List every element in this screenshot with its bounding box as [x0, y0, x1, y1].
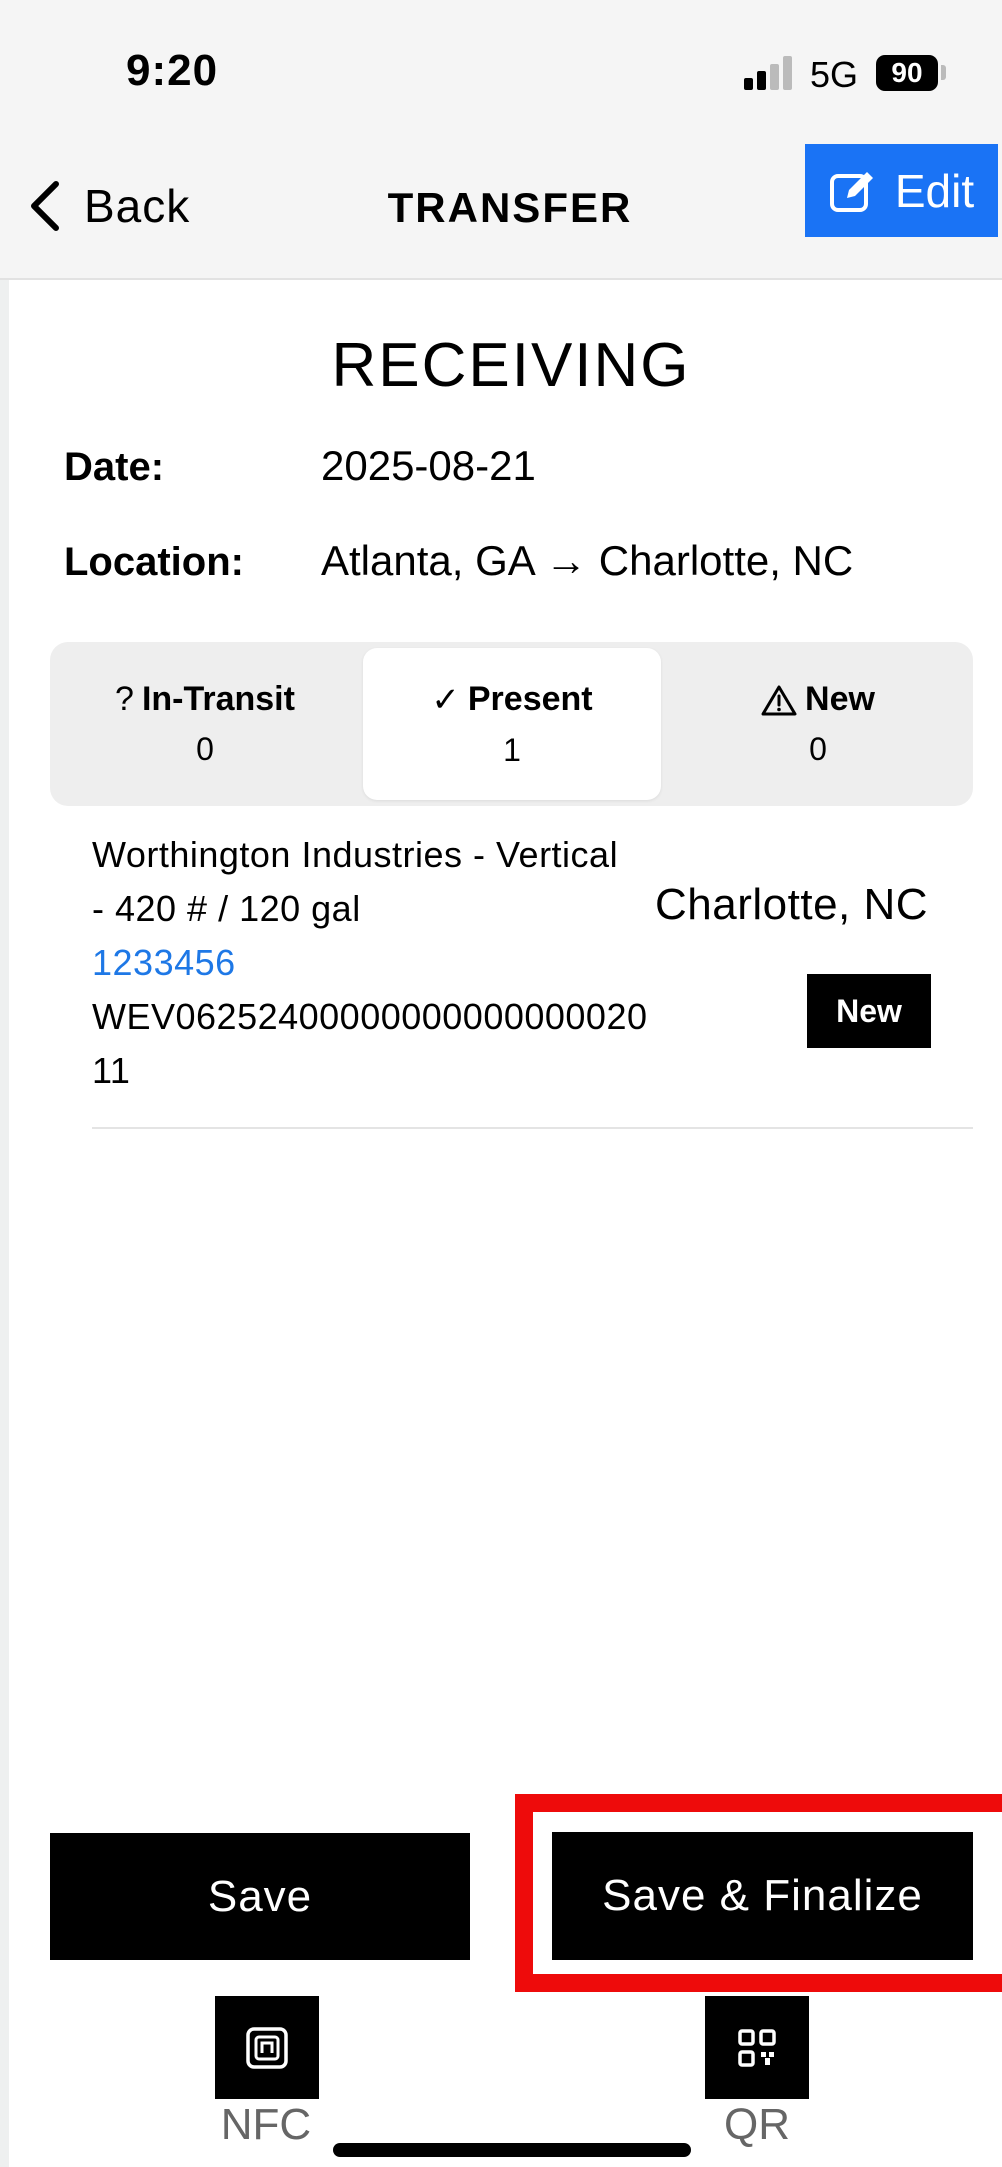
status-time: 9:20 — [126, 46, 219, 95]
tab-in-transit[interactable]: ? In-Transit 0 — [56, 648, 354, 800]
question-icon: ? — [115, 680, 134, 718]
location-value: Atlanta, GA → Charlotte, NC — [321, 537, 854, 584]
check-icon: ✓ — [431, 680, 460, 719]
save-finalize-button[interactable]: Save & Finalize — [552, 1832, 973, 1960]
edit-icon — [829, 171, 873, 212]
edit-label: Edit — [894, 164, 975, 217]
nav-title: TRANSFER — [387, 184, 633, 231]
item-code-line1: WEV06252400000000000000020 — [92, 996, 648, 1037]
nfc-icon — [246, 2026, 288, 2069]
item-code-line2: 11 — [92, 1050, 131, 1091]
edit-button[interactable]: Edit — [805, 144, 998, 237]
navigation-bar: Back TRANSFER Edit — [0, 140, 1002, 280]
warning-icon — [761, 685, 797, 715]
tab-new[interactable]: New 0 — [669, 648, 967, 800]
back-button[interactable]: Back — [28, 166, 190, 246]
page-title: RECEIVING — [331, 331, 691, 400]
tab-label: Present — [467, 680, 593, 718]
item-name-line1: Worthington Industries - Vertical — [92, 834, 619, 875]
tab-count: 0 — [809, 731, 827, 767]
qr-button[interactable] — [705, 1996, 809, 2099]
nfc-label[interactable]: NFC — [176, 2100, 356, 2150]
status-badge: New — [807, 974, 931, 1048]
save-button[interactable]: Save — [50, 1833, 470, 1960]
item-location: Charlotte, NC — [655, 880, 929, 929]
chevron-left-icon — [31, 181, 59, 231]
item-serial-link[interactable]: 1233456 — [92, 936, 236, 990]
battery-nub — [941, 65, 946, 80]
nfc-button[interactable] — [215, 1996, 319, 2099]
status-segmented-control: ? In-Transit 0 ✓ Present 1 New 0 — [50, 642, 973, 806]
signal-icon — [744, 56, 794, 90]
home-indicator — [333, 2143, 691, 2157]
tab-count: 0 — [196, 731, 214, 767]
list-item[interactable]: Worthington Industries - Vertical - 420 … — [92, 828, 973, 1129]
status-bar: 9:20 5G 90 — [0, 0, 1002, 140]
battery-icon: 90 — [876, 55, 938, 91]
tab-present[interactable]: ✓ Present 1 — [363, 648, 661, 800]
item-name-line2: - 420 # / 120 gal — [92, 888, 361, 929]
date-value: 2025-08-21 — [321, 442, 536, 489]
tab-count: 1 — [503, 731, 521, 768]
location-label: Location: — [64, 540, 244, 584]
network-type: 5G — [810, 54, 859, 95]
qr-code-icon — [738, 2028, 776, 2067]
qr-label[interactable]: QR — [667, 2100, 847, 2150]
tab-label: New — [805, 680, 875, 718]
date-label: Date: — [64, 445, 165, 489]
back-label: Back — [84, 180, 191, 232]
tab-label: In-Transit — [141, 680, 295, 718]
